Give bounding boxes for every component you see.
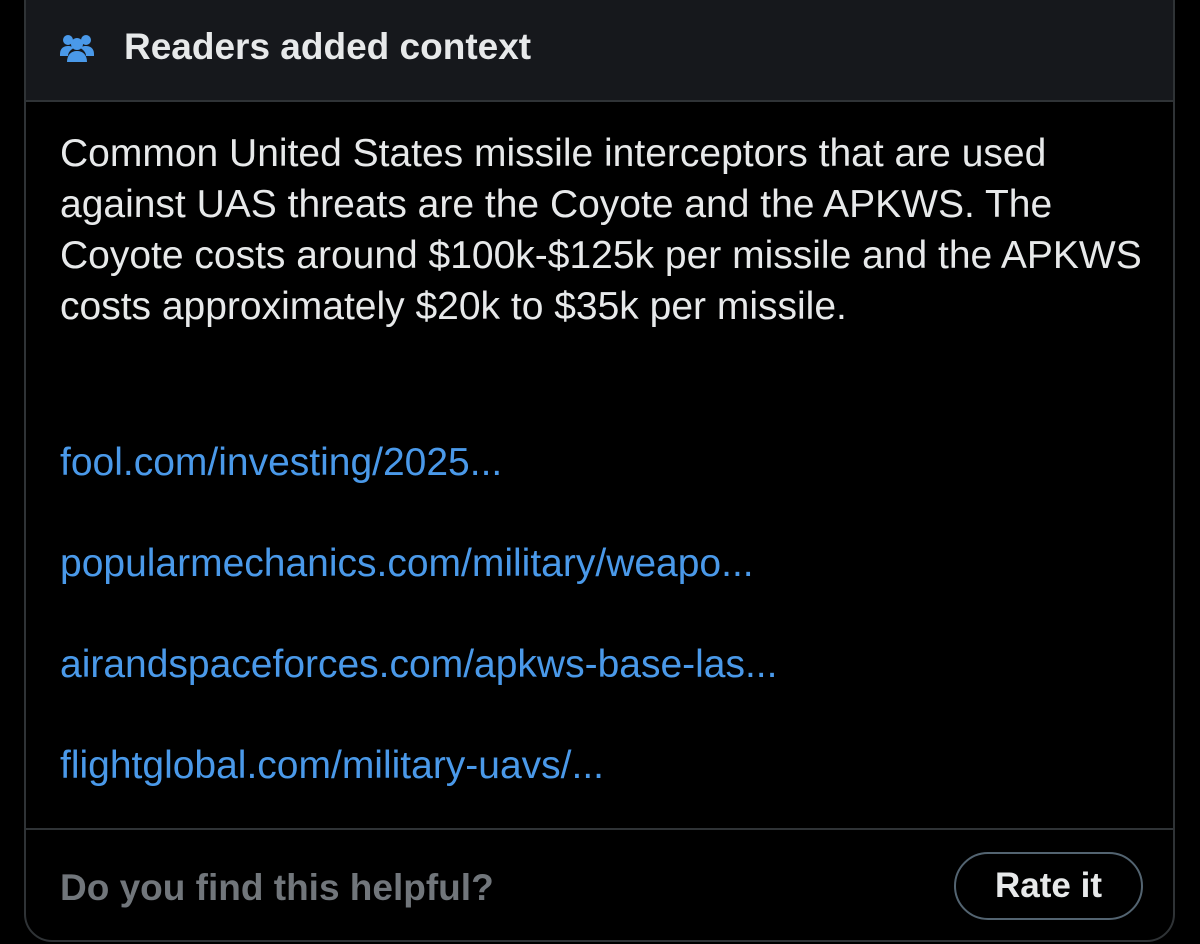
source-link-airandspaceforces[interactable]: airandspaceforces.com/apkws-base-las... xyxy=(60,639,777,690)
note-header-title: Readers added context xyxy=(124,26,532,67)
community-note-card: Readers added context Common United Stat… xyxy=(24,0,1175,942)
note-body-text: Common United States missile interceptor… xyxy=(60,132,1142,328)
source-link-popularmechanics[interactable]: popularmechanics.com/military/weapo... xyxy=(60,538,754,589)
footer-divider xyxy=(26,828,1173,830)
note-header: Readers added context xyxy=(26,0,1173,102)
source-link-fool[interactable]: fool.com/investing/2025... xyxy=(60,437,502,488)
helpful-question: Do you find this helpful? xyxy=(60,867,494,908)
rate-it-button[interactable]: Rate it xyxy=(954,852,1143,920)
people-group-icon xyxy=(60,35,94,62)
source-link-flightglobal[interactable]: flightglobal.com/military-uavs/... xyxy=(60,740,604,791)
